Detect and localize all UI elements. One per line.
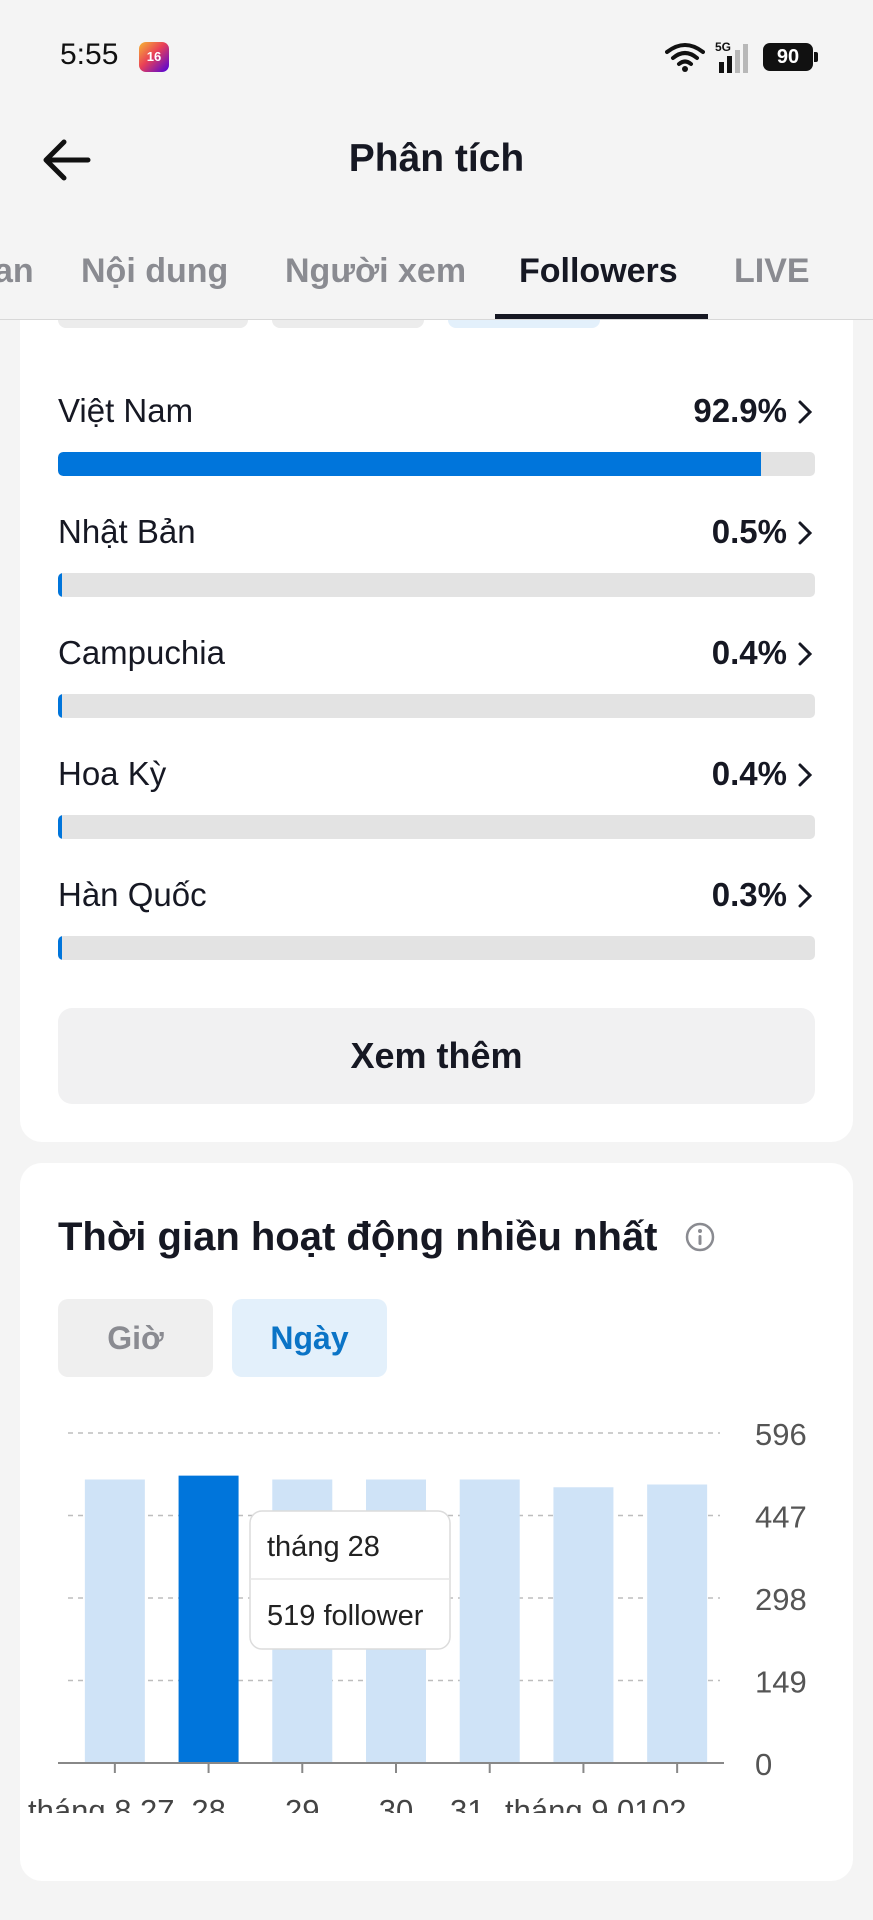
percent-bar-fill <box>58 815 62 839</box>
cellular-signal-icon: 5G <box>715 40 748 73</box>
country-percent: 0.4% <box>711 755 787 792</box>
x-tick-label: tháng 8 27 <box>28 1793 175 1813</box>
tooltip-date: tháng 28 <box>267 1531 380 1563</box>
page-title: Phân tích <box>348 137 525 180</box>
battery-icon: 90 <box>763 43 818 71</box>
chevron-right-icon <box>798 763 813 787</box>
y-tick-label: 298 <box>755 1582 807 1617</box>
info-icon[interactable] <box>684 1221 716 1253</box>
country-percent: 92.9% <box>693 392 787 429</box>
y-tick-label: 596 <box>755 1417 807 1452</box>
country-row[interactable]: Việt Nam 92.9% <box>58 392 815 492</box>
country-name: Campuchia <box>58 634 225 671</box>
tooltip-value: 519 follower <box>267 1600 424 1632</box>
percent-bar-track <box>58 936 815 960</box>
see-more-button[interactable]: Xem thêm <box>58 1008 815 1104</box>
percent-bar-fill <box>58 573 62 597</box>
country-percent: 0.3% <box>711 876 787 913</box>
network-type-label: 5G <box>715 40 731 54</box>
country-name: Nhật Bản <box>58 513 196 550</box>
status-indicators: 5G 90 <box>665 40 818 74</box>
y-tick-label: 149 <box>755 1665 807 1700</box>
section-title: Thời gian hoạt động nhiều nhất <box>58 1215 658 1259</box>
tab-live[interactable]: LIVE <box>734 252 810 291</box>
app-notification-icon: 16 <box>139 42 169 72</box>
chevron-right-icon <box>798 521 813 545</box>
chart-bar <box>178 1475 239 1763</box>
country-name: Hàn Quốc <box>58 876 207 913</box>
chart-bar <box>84 1479 145 1763</box>
country-percent: 0.5% <box>711 513 787 550</box>
country-row[interactable]: Hoa Kỳ 0.4% <box>58 755 815 855</box>
x-tick-label: 30 <box>379 1793 413 1813</box>
tab-viewers[interactable]: Người xem <box>285 252 466 291</box>
filter-chip-stub <box>58 320 248 328</box>
filter-chip-stub <box>272 320 424 328</box>
chevron-right-icon <box>798 884 813 908</box>
x-tick-label: 31 <box>450 1793 484 1813</box>
country-name: Hoa Kỳ <box>58 755 167 792</box>
country-row[interactable]: Campuchia 0.4% <box>58 634 815 734</box>
chart-bar <box>553 1487 614 1763</box>
filter-chip-stub <box>448 320 600 328</box>
percent-bar-fill <box>58 452 762 476</box>
tab-content[interactable]: Nội dung <box>81 252 228 291</box>
tab-followers[interactable]: Followers <box>519 252 678 291</box>
active-tab-indicator <box>495 314 708 319</box>
percent-bar-track <box>58 694 815 718</box>
status-bar: 5:55 16 5G 90 <box>0 0 873 115</box>
percent-bar-track <box>58 815 815 839</box>
percent-bar-track <box>58 573 815 597</box>
country-row[interactable]: Nhật Bản 0.5% <box>58 513 815 613</box>
country-percent: 0.4% <box>711 634 787 671</box>
chart-bar <box>647 1484 708 1763</box>
toggle-day[interactable]: Ngày <box>232 1299 387 1377</box>
chevron-right-icon <box>798 642 813 666</box>
toggle-hour[interactable]: Giờ <box>58 1299 213 1377</box>
x-tick-label: 28 <box>191 1793 225 1813</box>
x-tick-label: 29 <box>285 1793 319 1813</box>
chart-bar <box>459 1479 520 1763</box>
percent-bar-fill <box>58 936 62 960</box>
activity-card: Thời gian hoạt động nhiều nhất Giờ Ngày … <box>20 1163 853 1881</box>
activity-bar-chart: 0 149 298 447 596 tháng 8 27 28 29 30 31 tháng 9 0… <box>28 1417 807 1813</box>
countries-card: Việt Nam 92.9% Nhật Bản 0.5% Campuchia 0… <box>20 290 853 1142</box>
status-time: 5:55 <box>60 38 119 71</box>
x-tick-label: 02 <box>652 1793 686 1813</box>
y-tick-label: 0 <box>755 1747 772 1782</box>
percent-bar-fill <box>58 694 62 718</box>
chevron-right-icon <box>798 400 813 424</box>
country-name: Việt Nam <box>58 392 194 429</box>
y-tick-label: 447 <box>755 1500 807 1535</box>
tab-bar: an Nội dung Người xem Followers LIVE <box>0 240 873 320</box>
x-tick-label: tháng 9 01 <box>505 1793 652 1813</box>
header: Phân tích <box>0 115 873 210</box>
percent-bar-track <box>58 452 815 476</box>
tab-overview[interactable]: an <box>0 252 34 291</box>
country-row[interactable]: Hàn Quốc 0.3% <box>58 876 815 976</box>
wifi-icon <box>665 43 705 72</box>
